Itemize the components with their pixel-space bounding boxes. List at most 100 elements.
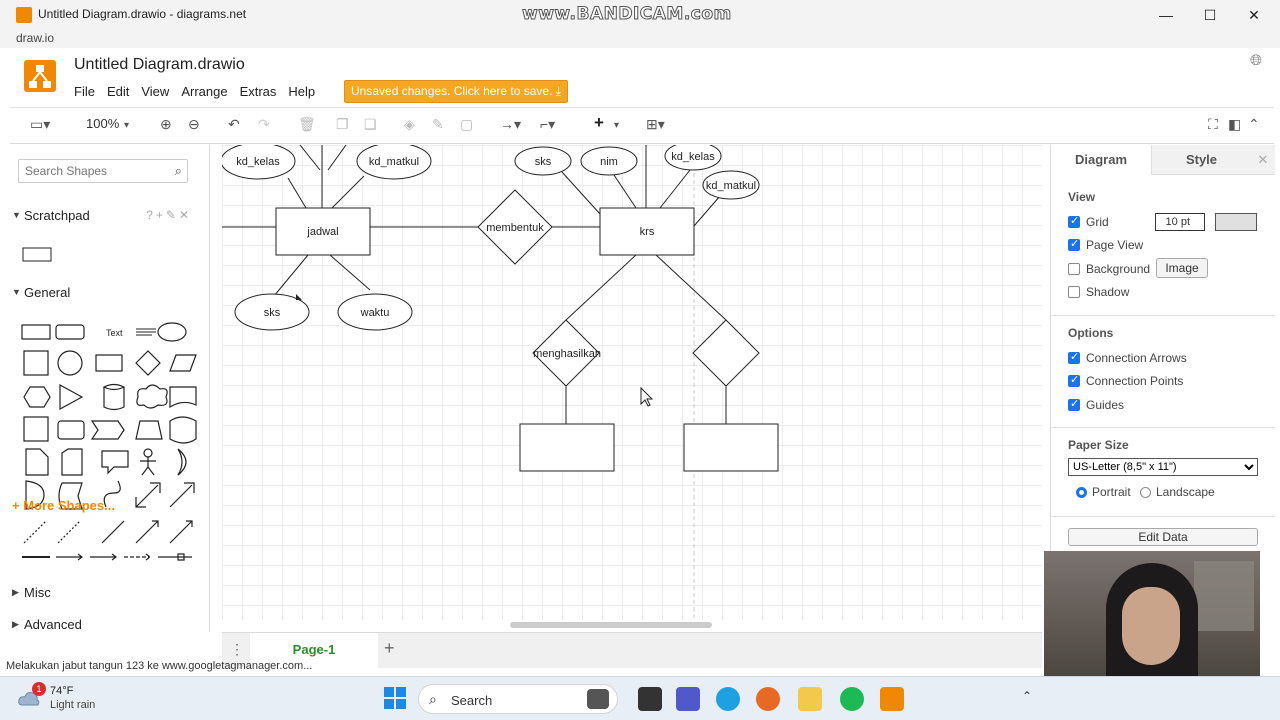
horizontal-scrollbar[interactable] <box>510 622 712 628</box>
menu-edit[interactable]: Edit <box>107 84 129 99</box>
to-back-icon[interactable]: ❏ <box>364 116 377 133</box>
advanced-section[interactable]: ▶ Advanced <box>10 617 200 632</box>
fullscreen-icon[interactable]: ⛶ <box>1208 116 1218 133</box>
menu-extras[interactable]: Extras <box>240 84 277 99</box>
zoom-out-icon[interactable]: ⊖ <box>188 116 200 133</box>
menu-help[interactable]: Help <box>288 84 315 99</box>
mouse-cursor-icon <box>640 386 654 407</box>
edge-icon[interactable] <box>716 687 740 711</box>
checkbox-icon[interactable] <box>1068 373 1080 387</box>
chevron-down-icon[interactable]: ▾ <box>614 120 619 131</box>
weather-description[interactable]: Light rain <box>50 699 95 711</box>
menu-arrange[interactable]: Arrange <box>181 84 227 99</box>
checkbox-icon[interactable] <box>1068 214 1080 228</box>
table-icon[interactable]: ⊞▾ <box>646 116 665 133</box>
connection-points-checkbox[interactable]: Connection Points <box>1068 373 1183 388</box>
firefox-icon[interactable] <box>756 687 780 711</box>
general-section[interactable]: ▼ General <box>10 285 200 300</box>
checkbox-icon[interactable] <box>1068 237 1080 251</box>
task-view-icon[interactable] <box>638 687 662 711</box>
globe-icon[interactable]: 🌐︎ <box>1250 52 1262 69</box>
insert-icon[interactable]: + <box>594 113 604 133</box>
divider <box>1051 516 1275 517</box>
misc-label: Misc <box>24 585 51 600</box>
connection-style-icon[interactable]: →▾ <box>500 116 521 133</box>
grid-size-input[interactable]: 10 pt <box>1155 213 1205 231</box>
relationship-empty[interactable] <box>692 319 760 387</box>
windows-taskbar: 1 74°F Light rain ⌕ Search ⌃ <box>0 676 1280 720</box>
waypoints-icon[interactable]: ⌐▾ <box>540 116 555 133</box>
chevron-down-icon: ▼ <box>12 210 21 220</box>
edit-data-button[interactable]: Edit Data <box>1068 528 1258 546</box>
panel-toggle-icon[interactable]: ◧ <box>1228 116 1241 133</box>
paper-size-select[interactable]: US-Letter (8,5" x 11") <box>1068 458 1258 476</box>
more-shapes-button[interactable]: + More Shapes... <box>12 498 115 513</box>
page-view-checkbox[interactable]: Page View <box>1068 237 1143 252</box>
diagram-svg[interactable]: jadwal krs membentuk menghasilkan kd_kel… <box>222 145 1042 620</box>
menu-view[interactable]: View <box>141 84 169 99</box>
shadow-icon[interactable]: ▢ <box>460 116 473 133</box>
scratchpad-rectangle-shape[interactable] <box>22 245 54 263</box>
spotify-icon[interactable] <box>840 687 864 711</box>
document-name[interactable]: Untitled Diagram.drawio <box>74 56 245 74</box>
search-shapes-input[interactable] <box>19 160 159 182</box>
line-color-icon[interactable]: ✎ <box>432 116 444 133</box>
weather-temperature[interactable]: 74°F <box>50 685 73 697</box>
shadow-label: Shadow <box>1086 285 1130 299</box>
close-window-button[interactable]: ✕ <box>1240 4 1268 26</box>
unsaved-changes-button[interactable]: Unsaved changes. Click here to save. ⤓ <box>344 80 569 103</box>
connection-arrows-checkbox[interactable]: Connection Arrows <box>1068 350 1187 365</box>
image-button[interactable]: Image <box>1156 258 1208 278</box>
to-front-icon[interactable]: ❐ <box>336 116 349 133</box>
drawio-taskbar-icon[interactable] <box>880 687 904 711</box>
scratchpad-section[interactable]: ▼ Scratchpad ?+✎✕ <box>10 208 200 223</box>
weather-badge: 1 <box>32 682 46 696</box>
portrait-radio[interactable]: Portrait <box>1076 485 1131 499</box>
shapes-panel: ⌕ ▼ Scratchpad ?+✎✕ ▼ General <box>10 145 210 632</box>
shadow-checkbox[interactable]: Shadow <box>1068 285 1129 299</box>
entity-label: krs <box>640 226 655 238</box>
undo-icon[interactable]: ↶ <box>228 116 240 133</box>
search-icon[interactable]: ⌕ <box>175 163 182 179</box>
taskbar-search[interactable]: ⌕ Search <box>418 684 618 714</box>
teams-icon[interactable] <box>676 687 700 711</box>
entity-empty-1[interactable] <box>519 423 615 472</box>
windows-start-icon[interactable] <box>384 687 406 709</box>
file-explorer-icon[interactable] <box>798 687 822 711</box>
checkbox-icon[interactable] <box>1068 263 1080 275</box>
pages-menu-icon[interactable]: ⋮ <box>230 641 244 658</box>
checkbox-icon[interactable] <box>1068 286 1080 298</box>
checkbox-icon[interactable] <box>1068 350 1080 364</box>
tab-diagram[interactable]: Diagram <box>1051 145 1151 175</box>
fill-color-icon[interactable]: ◈ <box>404 116 415 133</box>
radio-icon[interactable] <box>1076 487 1087 498</box>
entity-empty-2[interactable] <box>683 423 779 472</box>
chevron-up-icon[interactable]: ⌃ <box>1022 689 1032 703</box>
grid-color-swatch[interactable] <box>1215 213 1257 231</box>
guides-checkbox[interactable]: Guides <box>1068 397 1124 412</box>
add-page-button[interactable]: + <box>384 638 395 659</box>
search-shapes-box[interactable]: ⌕ <box>18 159 188 183</box>
diagram-canvas[interactable]: jadwal krs membentuk menghasilkan kd_kel… <box>222 145 1042 620</box>
format-panel-icon[interactable]: ▭▾ <box>30 116 50 133</box>
scratchpad-tools-icon[interactable]: ?+✎✕ <box>146 208 192 222</box>
general-shapes-grid[interactable]: Text <box>20 317 200 567</box>
collapse-icon[interactable]: ⌃ <box>1248 116 1260 133</box>
menu-file[interactable]: File <box>74 84 95 99</box>
landscape-radio[interactable]: Landscape <box>1140 485 1215 499</box>
close-panel-icon[interactable]: ✕ <box>1251 145 1275 175</box>
grid-checkbox[interactable]: Grid <box>1068 214 1109 229</box>
redo-icon[interactable]: ↷ <box>258 116 270 133</box>
checkbox-icon[interactable] <box>1068 397 1080 411</box>
misc-section[interactable]: ▶ Misc <box>10 585 200 600</box>
zoom-in-icon[interactable]: ⊕ <box>160 116 172 133</box>
zoom-select[interactable]: 100% <box>86 116 119 131</box>
minimize-button[interactable]: — <box>1152 4 1180 26</box>
attribute-label: kd_matkul <box>706 180 756 192</box>
delete-icon[interactable]: 🗑︎ <box>298 116 316 133</box>
chevron-down-icon[interactable]: ▾ <box>124 120 129 131</box>
background-checkbox[interactable]: Background <box>1068 262 1150 276</box>
maximize-button[interactable]: ☐ <box>1196 4 1224 26</box>
radio-icon[interactable] <box>1140 487 1151 498</box>
tab-style[interactable]: Style <box>1151 145 1251 175</box>
